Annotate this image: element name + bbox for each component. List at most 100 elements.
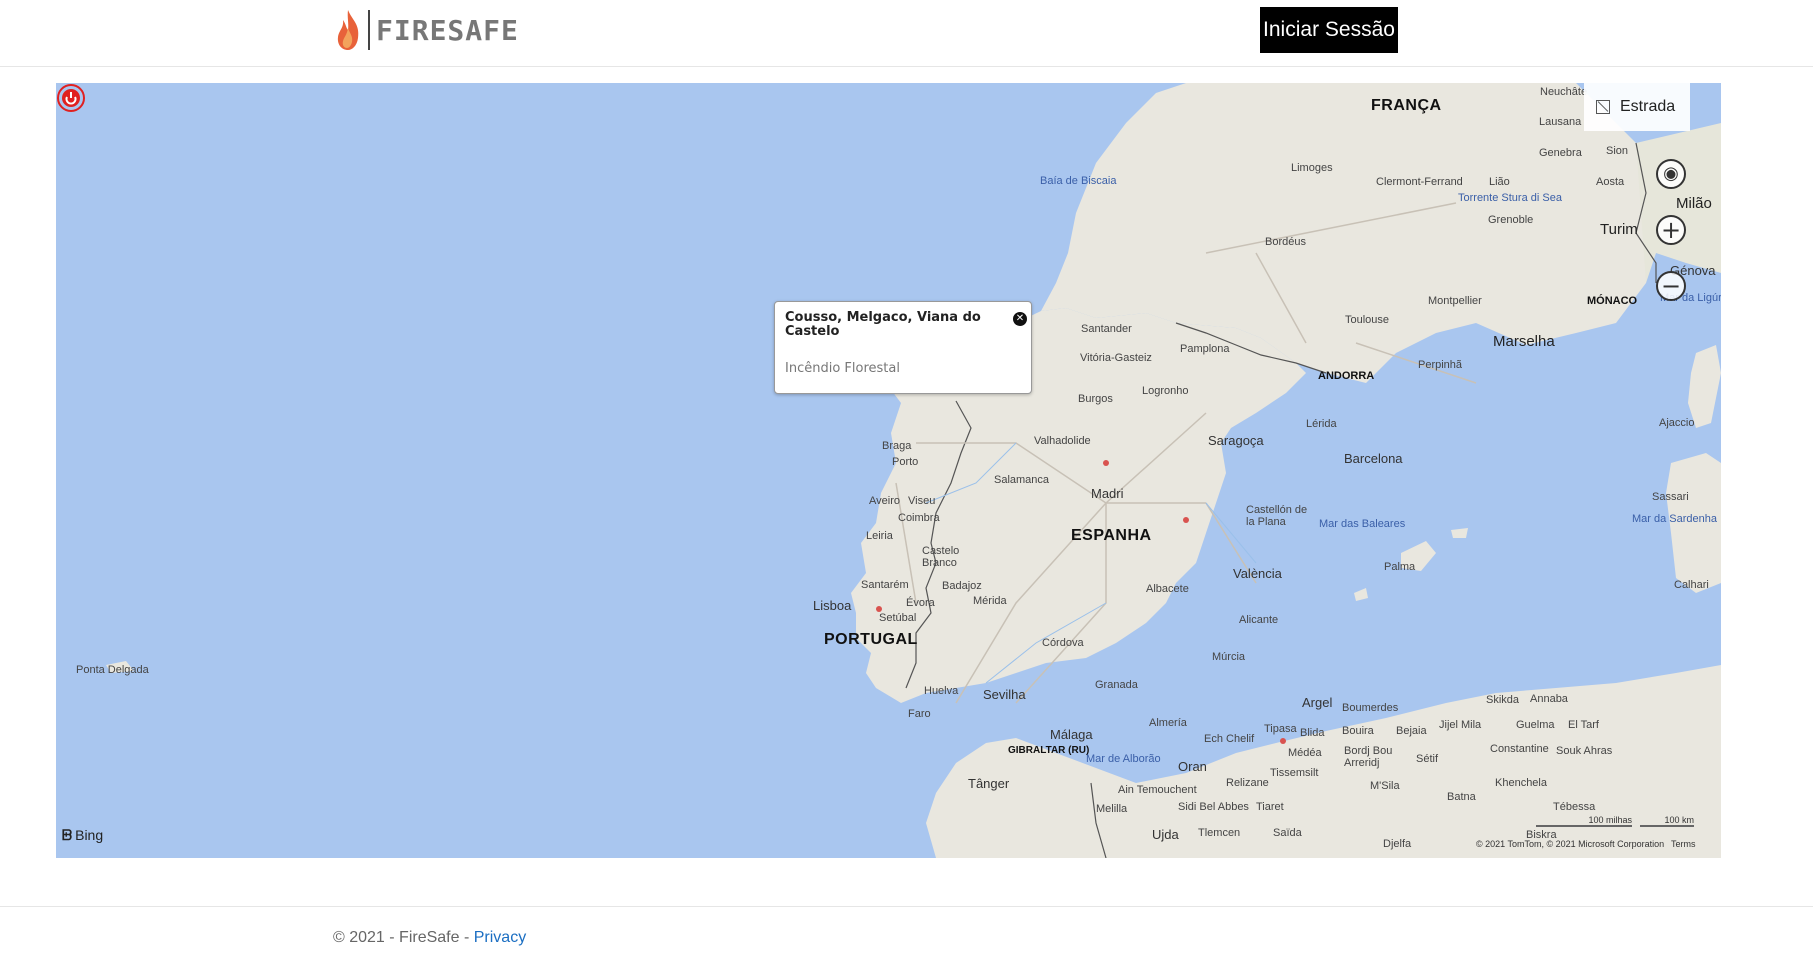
popup-subtitle: Incêndio Florestal: [785, 361, 900, 376]
label-jijel: Jijel: [1439, 719, 1458, 731]
label-limoges: Limoges: [1291, 162, 1333, 174]
label-oran: Oran: [1178, 759, 1207, 774]
label-setubal: Setúbal: [879, 612, 917, 624]
label-sidibel: Sidi Bel Abbes: [1178, 801, 1249, 813]
land-africa: [926, 665, 1721, 858]
label-vitoria: Vitória-Gasteiz: [1080, 352, 1152, 364]
label-boumerdes: Boumerdes: [1342, 702, 1399, 714]
label-batna: Batna: [1447, 791, 1476, 803]
firesafe-logo[interactable]: FIRESAFE: [334, 8, 519, 52]
label-khenchela: Khenchela: [1495, 777, 1547, 789]
label-djelfa: Djelfa: [1383, 838, 1412, 850]
label-faro: Faro: [908, 708, 931, 720]
label-mila: Mila: [1461, 719, 1482, 731]
label-geneva: Genebra: [1539, 147, 1582, 159]
footer: © 2021 - FireSafe - Privacy: [0, 906, 1813, 960]
label-bouira: Bouira: [1342, 725, 1374, 737]
label-bordeaux: Bordéus: [1265, 236, 1306, 248]
label-burgos: Burgos: [1078, 393, 1113, 405]
footer-copyright: © 2021 - FireSafe -: [333, 929, 470, 946]
label-guelma: Guelma: [1516, 719, 1555, 731]
label-portugal: PORTUGAL: [824, 631, 918, 648]
label-lerida: Lérida: [1306, 418, 1337, 430]
label-saragossa: Saragoça: [1208, 433, 1264, 448]
label-bordj: Bordj Bou Arreridj: [1344, 745, 1393, 769]
label-logrono: Logronho: [1142, 385, 1189, 397]
label-castellon: Castellón de la Plana: [1246, 504, 1308, 528]
label-perpignan: Perpinhã: [1418, 359, 1463, 371]
bing-label: Bing: [75, 827, 104, 843]
label-sevilla: Sevilha: [983, 687, 1026, 702]
label-soukahras: Souk Ahras: [1556, 745, 1613, 757]
label-france: FRANÇA: [1371, 97, 1442, 114]
bing-logo[interactable]: ᗸ Bing: [62, 827, 103, 844]
label-biscay: Baía de Biscaia: [1040, 175, 1117, 187]
road-map-icon: [1596, 100, 1610, 114]
label-andorra: ANDORRA: [1318, 370, 1375, 382]
close-icon[interactable]: ✕: [1013, 312, 1027, 326]
label-badajoz: Badajoz: [942, 580, 982, 592]
label-merida: Mérida: [973, 595, 1007, 607]
label-barcelona: Barcelona: [1344, 451, 1403, 466]
locate-me-button[interactable]: ◉: [1656, 159, 1686, 189]
label-ujda: Ujda: [1152, 827, 1179, 842]
privacy-link[interactable]: Privacy: [474, 929, 526, 946]
map-style-button[interactable]: Estrada: [1584, 83, 1690, 131]
label-aveiro: Aveiro: [869, 495, 900, 507]
label-valencia: València: [1233, 566, 1282, 581]
label-tissemsilt: Tissemsilt: [1270, 767, 1319, 779]
scale-bar-miles: 100 milhas: [1536, 815, 1632, 827]
label-monaco: MÓNACO: [1587, 295, 1638, 307]
label-sassari: Sassari: [1652, 491, 1689, 503]
label-santarem: Santarém: [861, 579, 909, 591]
label-setif: Sétif: [1416, 753, 1439, 765]
label-tlemcen: Tlemcen: [1198, 827, 1241, 839]
label-echchelif: Ech Chelif: [1204, 733, 1255, 745]
label-albacete: Albacete: [1146, 583, 1189, 595]
label-sardinia: Mar da Sardenha: [1632, 513, 1717, 525]
zoom-in-button[interactable]: +: [1656, 215, 1686, 245]
label-alicante: Alicante: [1239, 614, 1279, 626]
label-evora: Évora: [906, 597, 935, 609]
label-annaba: Annaba: [1530, 693, 1568, 705]
label-cagliari: Calhari: [1674, 579, 1709, 591]
land-corsica: [1688, 345, 1721, 428]
label-malaga: Málaga: [1050, 727, 1093, 742]
label-tanger: Tânger: [968, 776, 1010, 791]
top-navbar: FIRESAFE Iniciar Sessão: [0, 0, 1813, 67]
label-marseille: Marselha: [1493, 333, 1555, 350]
flame-icon: [337, 10, 359, 50]
label-coimbra: Coimbra: [898, 512, 940, 524]
label-ponta-delgada: Ponta Delgada: [76, 664, 149, 676]
label-constantine: Constantine: [1490, 743, 1549, 755]
label-eltarf: El Tarf: [1568, 719, 1599, 731]
map-view[interactable]: FRANÇA ESPANHA PORTUGAL ANDORRA MÓNACO G…: [56, 83, 1721, 858]
label-msila: M'Sila: [1370, 780, 1400, 792]
label-aosta: Aosta: [1596, 176, 1625, 188]
login-button[interactable]: Iniciar Sessão: [1260, 7, 1398, 53]
incident-popup: Cousso, Melgaco, Viana do Castelo Incênd…: [774, 301, 1032, 394]
label-montpellier: Montpellier: [1428, 295, 1482, 307]
label-huelva: Huelva: [924, 685, 959, 697]
brand-name: FIRESAFE: [376, 13, 519, 47]
label-santander: Santander: [1081, 323, 1132, 335]
zoom-out-button[interactable]: −: [1656, 271, 1686, 301]
label-blida: Blida: [1300, 727, 1325, 739]
label-murcia: Múrcia: [1212, 651, 1246, 663]
label-viseu: Viseu: [908, 495, 936, 507]
label-torrente: Torrente Stura di Sea: [1458, 192, 1562, 204]
label-turin: Turim: [1600, 221, 1638, 238]
label-castelo: Castelo Branco: [922, 545, 960, 569]
label-clermont: Clermont-Ferrand: [1376, 176, 1463, 188]
terms-link[interactable]: Terms: [1671, 839, 1696, 849]
label-alboran: Mar de Alborão: [1086, 753, 1161, 765]
label-medea: Médéa: [1288, 747, 1322, 759]
label-lisboa: Lisboa: [813, 598, 852, 613]
land-menorca: [1451, 528, 1468, 538]
label-spain: ESPANHA: [1071, 527, 1152, 544]
label-relizane: Relizane: [1226, 777, 1269, 789]
label-grenoble: Grenoble: [1488, 214, 1534, 226]
label-valladolid: Valhadolide: [1034, 435, 1091, 447]
label-cordoba: Córdova: [1042, 637, 1084, 649]
fire-marker-icon[interactable]: [56, 83, 86, 113]
